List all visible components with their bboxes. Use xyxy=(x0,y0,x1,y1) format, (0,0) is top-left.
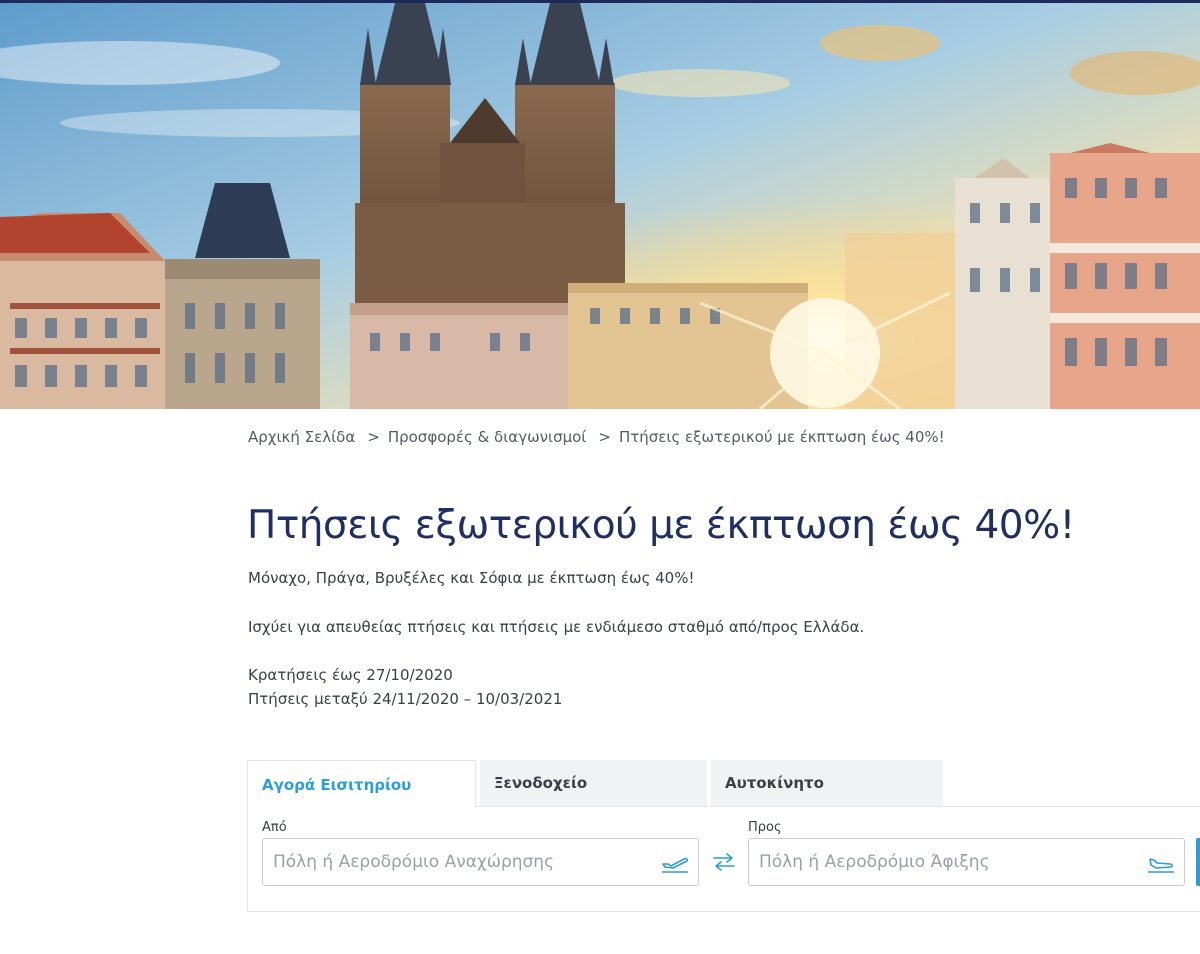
from-field xyxy=(262,838,699,886)
tab-flight-ticket[interactable]: Αγορά Εισιτηρίου xyxy=(247,760,476,808)
tab-car[interactable]: Αυτοκίνητο xyxy=(711,760,943,806)
booking-deadline-text: Κρατήσεις έως 27/10/2020 xyxy=(248,666,453,684)
from-label: Από xyxy=(262,820,287,835)
offer-destinations-text: Μόναχο, Πράγα, Βρυξέλες και Σόφια με έκπ… xyxy=(248,569,695,587)
tab-hotel[interactable]: Ξενοδοχείο xyxy=(480,760,707,806)
to-field xyxy=(748,838,1185,886)
offer-validity-text: Ισχύει για απευθείας πτήσεις και πτήσεις… xyxy=(248,618,865,636)
breadcrumb-offers-link[interactable]: Προσφορές & διαγωνισμοί xyxy=(388,428,587,446)
breadcrumb-home-link[interactable]: Αρχική Σελίδα xyxy=(248,428,355,446)
travel-period-text: Πτήσεις μεταξύ 24/11/2020 – 10/03/2021 xyxy=(248,690,563,708)
page-title: Πτήσεις εξωτερικού με έκπτωση έως 40%! xyxy=(247,503,1075,548)
swap-arrows-icon[interactable] xyxy=(711,851,737,873)
breadcrumb-separator: > xyxy=(598,428,611,446)
breadcrumb: Αρχική Σελίδα > Προσφορές & διαγωνισμοί > Πτ… xyxy=(248,428,945,446)
from-input[interactable] xyxy=(263,840,648,884)
search-button-edge[interactable] xyxy=(1196,838,1200,886)
to-input[interactable] xyxy=(749,840,1134,884)
plane-departure-icon[interactable] xyxy=(660,851,690,875)
hero-image xyxy=(0,3,1200,409)
breadcrumb-current: Πτήσεις εξωτερικού με έκπτωση έως 40%! xyxy=(618,428,945,446)
breadcrumb-separator: > xyxy=(367,428,380,446)
plane-arrival-icon[interactable] xyxy=(1146,851,1176,875)
to-label: Προς xyxy=(748,820,782,835)
